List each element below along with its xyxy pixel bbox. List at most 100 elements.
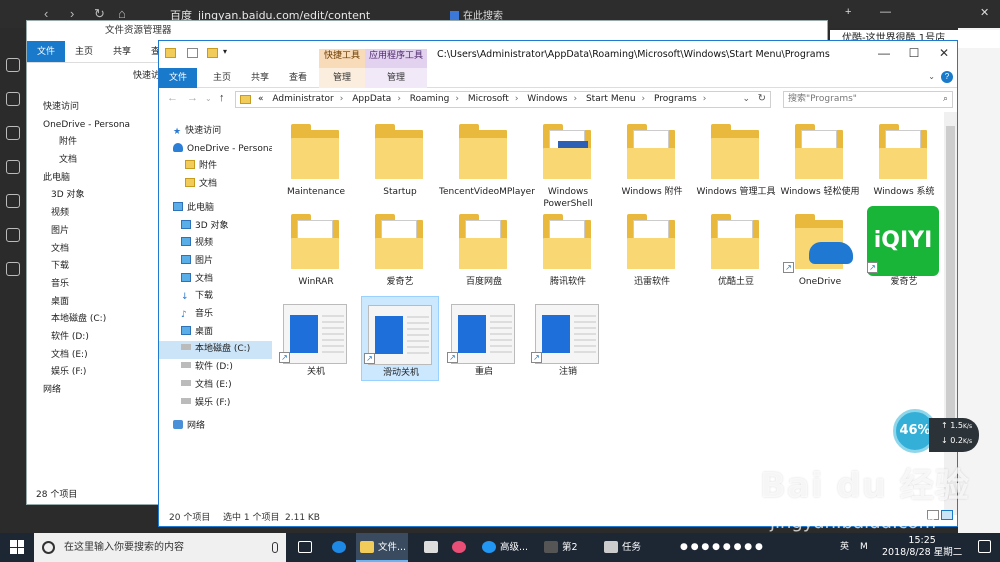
chevron-right-icon[interactable]: › (397, 94, 401, 104)
help-icon[interactable]: ? (941, 71, 953, 83)
chevron-right-icon[interactable]: › (340, 94, 344, 104)
close-button[interactable]: ✕ (929, 46, 959, 60)
taskbar-explorer[interactable]: 文件... (356, 533, 408, 562)
breadcrumb-item[interactable]: Windows (527, 94, 567, 104)
chevron-right-icon[interactable]: › (455, 94, 459, 104)
large-icons-view-icon[interactable] (941, 510, 953, 520)
refresh-icon[interactable]: ↻ (758, 93, 766, 104)
properties-icon[interactable] (187, 48, 198, 58)
back-icon[interactable]: ← (167, 92, 178, 104)
store-icon[interactable] (424, 541, 438, 553)
taskbar-search[interactable]: 在这里输入你要搜索的内容 (34, 533, 286, 562)
sidebar-icon[interactable] (6, 126, 20, 140)
file-item[interactable]: Windows 管理工具 (696, 116, 776, 201)
file-item[interactable]: 优酷土豆 (697, 206, 775, 291)
breadcrumb-item[interactable]: Administrator (272, 94, 333, 104)
recent-dropdown-icon[interactable]: ⌄ (205, 94, 212, 103)
ime-mode[interactable]: M (860, 533, 868, 562)
tab-manage-app[interactable]: 管理 (365, 68, 427, 88)
taskbar-video[interactable]: 第2期... (540, 533, 596, 562)
tray-icons[interactable]: ● ● ● ● ● ● ● ● (680, 533, 763, 562)
ime-indicator[interactable]: 英 (840, 533, 849, 562)
file-item[interactable]: Windows 系统 (865, 116, 943, 201)
up-icon[interactable]: ↑ (219, 92, 225, 104)
sidebar-icon[interactable] (6, 92, 20, 106)
taskbar-task[interactable]: 任务 (602, 533, 648, 562)
nav-item[interactable]: ♪ 音乐 (159, 306, 272, 324)
nav-item[interactable]: 软件 (D:) (159, 359, 272, 377)
tab-view[interactable]: 查看 (281, 68, 315, 88)
microphone-icon[interactable] (272, 542, 278, 553)
nav-item[interactable]: 网络 (159, 418, 272, 436)
file-item[interactable]: >_Windows PowerShell (529, 116, 607, 209)
sidebar-icon[interactable] (6, 228, 20, 242)
file-item[interactable]: ↗ 重启 (445, 296, 523, 381)
file-item[interactable]: Startup (361, 116, 439, 201)
nav-item[interactable]: 附件 (159, 158, 272, 176)
nav-item[interactable]: 娱乐 (F:) (159, 395, 272, 413)
address-partial[interactable]: 快速访 (133, 68, 160, 81)
sidebar-icon[interactable] (6, 262, 20, 276)
nav-item[interactable]: 文档 (159, 176, 272, 194)
tab-share[interactable]: 共享 (243, 68, 277, 88)
chevron-right-icon[interactable]: › (703, 94, 707, 104)
file-item[interactable]: ↗ OneDrive (781, 206, 859, 291)
maximize-button[interactable]: ☐ (899, 46, 929, 60)
tab-share[interactable]: 共享 (103, 41, 141, 62)
nav-item[interactable]: 本地磁盘 (C:) (159, 341, 272, 360)
address-dropdown-icon[interactable]: ⌄ (742, 93, 750, 104)
tab-app-tools[interactable]: 应用程序工具 (365, 49, 427, 68)
notification-icon[interactable] (978, 540, 991, 553)
nav-item[interactable]: 桌面 (159, 324, 272, 342)
file-item[interactable]: 百度网盘 (445, 206, 523, 291)
chevron-right-icon[interactable]: › (573, 94, 577, 104)
nav-item[interactable]: 图片 (159, 253, 272, 271)
quick-access-dropdown-icon[interactable]: ▾ (223, 47, 227, 56)
clock[interactable]: 15:25 2018/8/28 星期二 (882, 535, 962, 559)
minimize-button[interactable]: — (869, 46, 899, 60)
file-item[interactable]: TencentVideoMPlayer (439, 116, 535, 201)
sidebar-icon[interactable] (6, 160, 20, 174)
breadcrumb-item[interactable]: Roaming (410, 94, 450, 104)
nav-item[interactable]: ★ 快速访问 (159, 123, 272, 141)
breadcrumb-item[interactable]: Microsoft (468, 94, 509, 104)
tab-home[interactable]: 主页 (65, 41, 103, 62)
forward-icon[interactable]: → (187, 92, 198, 104)
edge-icon[interactable] (332, 541, 346, 553)
nav-item[interactable]: 此电脑 (159, 200, 272, 218)
chevron-right-icon[interactable]: › (642, 94, 646, 104)
file-item[interactable]: Maintenance (277, 116, 355, 201)
file-item[interactable]: 爱奇艺 (361, 206, 439, 291)
nav-item[interactable]: 视频 (159, 235, 272, 253)
breadcrumb-item[interactable]: AppData (352, 94, 391, 104)
new-tab-icon[interactable]: + (845, 6, 851, 18)
nav-item[interactable]: 文档 (159, 271, 272, 289)
nav-item[interactable]: 文档 (E:) (159, 377, 272, 395)
file-item[interactable]: 腾讯软件 (529, 206, 607, 291)
search-input[interactable]: 搜索"Programs" ⌕ (783, 91, 953, 108)
nav-item[interactable]: OneDrive - Persona (159, 141, 272, 159)
windows-start-icon[interactable] (10, 540, 24, 554)
sidebar-icon[interactable] (6, 58, 20, 72)
nav-item[interactable]: 3D 对象 (159, 218, 272, 236)
tab-shortcut-tools[interactable]: 快捷工具 (319, 49, 365, 68)
nav-item[interactable]: ↓ 下载 (159, 288, 272, 306)
tab-file[interactable]: 文件 (159, 68, 197, 88)
breadcrumb-overflow[interactable]: « (258, 94, 264, 104)
chevron-right-icon[interactable]: › (515, 94, 519, 104)
file-item[interactable]: ↗ 注销 (529, 296, 607, 381)
close-browser-icon[interactable]: ✕ (980, 6, 989, 19)
file-item[interactable]: 迅雷软件 (613, 206, 691, 291)
vertical-scrollbar[interactable] (944, 112, 957, 515)
breadcrumb-item[interactable]: Programs (654, 94, 697, 104)
task-view-icon[interactable] (298, 541, 312, 553)
file-item[interactable]: ↗ 滑动关机 (361, 296, 439, 381)
file-item[interactable]: iQIYI ↗ 爱奇艺 (865, 206, 943, 291)
collapse-ribbon-icon[interactable]: ⌄ (928, 72, 935, 81)
breadcrumb-item[interactable]: Start Menu (586, 94, 636, 104)
app-icon[interactable] (452, 541, 466, 553)
tab-home[interactable]: 主页 (205, 68, 239, 88)
file-item[interactable]: WinRAR (277, 206, 355, 291)
address-bar[interactable]: « Administrator › AppData › Roaming › Micro… (235, 91, 771, 108)
tab-manage-shortcut[interactable]: 管理 (319, 68, 365, 88)
